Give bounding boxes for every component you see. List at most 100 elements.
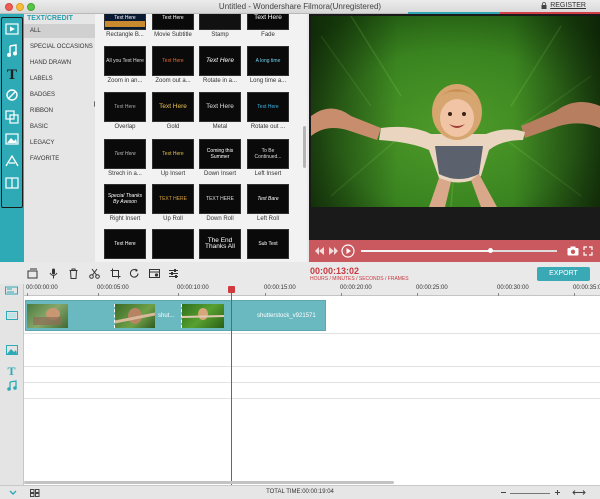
title-thumbnail[interactable]: TEXT HERE bbox=[199, 184, 241, 214]
thumbnail-label: Left Insert bbox=[254, 171, 282, 177]
title-thumbnail[interactable] bbox=[152, 229, 194, 259]
element-icon[interactable] bbox=[5, 132, 19, 146]
thumbnail-label: Up Roll bbox=[163, 216, 183, 222]
snapshot-camera-icon[interactable] bbox=[567, 246, 579, 256]
title-thumbnail[interactable] bbox=[199, 14, 241, 30]
zoom-slider[interactable] bbox=[510, 493, 550, 494]
preview-video bbox=[311, 16, 600, 207]
title-thumbnail[interactable]: Text Here bbox=[152, 139, 194, 169]
ruler-time-label: 00:00:25:00 bbox=[416, 285, 448, 291]
split-screen-icon[interactable] bbox=[5, 176, 19, 190]
title-thumbnail[interactable]: Text Here bbox=[247, 92, 289, 122]
title-thumbnail[interactable]: Text Here bbox=[104, 229, 146, 259]
zoom-in-icon[interactable] bbox=[554, 489, 561, 496]
title-thumbnail[interactable]: Text Here bbox=[104, 139, 146, 169]
thumbnail-label: Rotate out ... bbox=[250, 124, 286, 130]
timeline-ruler[interactable]: 00:00:00:00 00:00:05:00 00:00:10:00 00:00:1… bbox=[24, 284, 600, 296]
video-track[interactable]: shut... shutterstock_v921571 bbox=[24, 296, 600, 334]
title-thumbnail[interactable]: Sub Text bbox=[247, 229, 289, 259]
thumbnail-label: Gold bbox=[166, 124, 180, 130]
play-icon[interactable] bbox=[341, 244, 355, 258]
filter-icon[interactable] bbox=[5, 88, 19, 102]
title-thumbnail[interactable]: Text Here bbox=[199, 46, 241, 76]
thumbnail-label: Movie Subtitle bbox=[154, 32, 192, 38]
text-track[interactable] bbox=[24, 367, 600, 383]
title-thumbnail[interactable]: Text Here bbox=[104, 92, 146, 122]
clip-thumbnail-1[interactable] bbox=[27, 304, 68, 328]
category-header: TEXT/CREDIT bbox=[27, 15, 73, 22]
zoom-out-icon[interactable] bbox=[500, 489, 507, 496]
title-thumbnail[interactable]: TEXT HERE bbox=[152, 184, 194, 214]
thumbnail-label: Down Insert bbox=[203, 171, 236, 177]
title-thumbnail[interactable]: Text Here bbox=[199, 92, 241, 122]
title-thumbnail[interactable]: Text Here bbox=[152, 92, 194, 122]
thumbnail-preview-text: Text Here bbox=[162, 15, 184, 21]
crop-icon[interactable] bbox=[110, 268, 121, 279]
track-header-column: T bbox=[0, 284, 24, 485]
title-thumbnail[interactable]: The End Thanks All bbox=[199, 229, 241, 259]
transition-icon[interactable] bbox=[5, 154, 19, 168]
image-track-icon bbox=[6, 345, 18, 355]
thumbnail-preview-text: Text Here bbox=[162, 58, 184, 64]
preview-panel bbox=[309, 14, 600, 262]
timecode-display: 00:00:13:02 bbox=[310, 266, 360, 276]
rotate-icon[interactable] bbox=[129, 268, 140, 279]
music-track[interactable] bbox=[24, 383, 600, 399]
category-item-badges[interactable]: BADGES bbox=[24, 88, 95, 102]
split-scissors-icon[interactable] bbox=[89, 268, 100, 279]
preview-seek-knob[interactable] bbox=[488, 248, 493, 253]
title-thumbnail[interactable]: Text Here bbox=[152, 46, 194, 76]
title-thumbnail[interactable]: Text Here bbox=[104, 14, 146, 30]
thumbnail-label: Rectangle B... bbox=[106, 32, 144, 38]
export-button[interactable]: EXPORT bbox=[537, 267, 590, 281]
playhead-handle[interactable] bbox=[228, 286, 235, 293]
grid-scrollbar[interactable] bbox=[303, 126, 306, 168]
add-media-icon[interactable] bbox=[27, 268, 38, 279]
title-thumbnail[interactable]: Coming this Summer bbox=[199, 139, 241, 169]
playback-controls bbox=[309, 240, 600, 262]
music-icon[interactable] bbox=[5, 44, 19, 58]
title-thumbnail[interactable]: Text Bare bbox=[247, 184, 289, 214]
category-item-ribbon[interactable]: RIBBON bbox=[24, 104, 95, 118]
category-item-legacy[interactable]: LEGACY bbox=[24, 136, 95, 150]
category-item-all[interactable]: ALL bbox=[24, 24, 95, 38]
delete-icon[interactable] bbox=[68, 268, 79, 279]
title-thumbnail[interactable]: Special Thanks By Aveson bbox=[104, 184, 146, 214]
category-item-hand-drawn[interactable]: HAND DRAWN bbox=[24, 56, 95, 70]
previous-frame-icon[interactable] bbox=[315, 246, 325, 256]
clip-3-label: shutterstock_v921571 bbox=[257, 313, 316, 319]
title-thumbnail[interactable]: All you Text Here bbox=[104, 46, 146, 76]
playhead-line[interactable] bbox=[231, 288, 232, 485]
timeline-horizontal-scrollbar[interactable] bbox=[24, 481, 394, 484]
category-item-labels[interactable]: LABELS bbox=[24, 72, 95, 86]
pip-track[interactable] bbox=[24, 334, 600, 367]
clip-thumbnail-2[interactable] bbox=[115, 304, 155, 328]
thumbnail-label: Fade bbox=[261, 32, 275, 38]
title-thumbnail[interactable]: Text Here bbox=[247, 14, 289, 30]
category-item-basic[interactable]: BASIC bbox=[24, 120, 95, 134]
category-item-special-occasions[interactable]: SPECIAL OCCASIONS bbox=[24, 40, 95, 54]
adjust-sliders-icon[interactable] bbox=[168, 268, 179, 279]
category-item-favorite[interactable]: FAVORITE bbox=[24, 152, 95, 166]
ruler-time-label: 00:00:10:00 bbox=[177, 285, 209, 291]
title-thumbnail[interactable]: To Be Continued... bbox=[247, 139, 289, 169]
title-thumbnail[interactable]: Text Here bbox=[152, 14, 194, 30]
edit-toolbar bbox=[0, 262, 600, 285]
scene-detection-icon[interactable] bbox=[149, 268, 160, 279]
clip-thumbnail-3[interactable] bbox=[182, 304, 224, 328]
video-clip-strip[interactable]: shut... shutterstock_v921571 bbox=[25, 300, 326, 331]
title-thumbnail[interactable]: A long time bbox=[247, 46, 289, 76]
overlay-icon[interactable] bbox=[5, 110, 19, 124]
track-manager-icon[interactable] bbox=[5, 286, 18, 295]
thumbnail-label: Left Roll bbox=[256, 216, 279, 222]
media-icon[interactable] bbox=[5, 22, 19, 36]
next-frame-icon[interactable] bbox=[328, 246, 338, 256]
fullscreen-icon[interactable] bbox=[583, 246, 593, 256]
text-icon[interactable]: T bbox=[5, 66, 19, 80]
svg-text:T: T bbox=[7, 67, 17, 80]
thumbnail-preview-text: Sub Text bbox=[258, 241, 278, 247]
register-link[interactable]: REGISTER bbox=[541, 2, 586, 9]
record-voiceover-icon[interactable] bbox=[48, 268, 59, 279]
fit-timeline-icon[interactable] bbox=[572, 489, 586, 496]
media-type-sidebar: T bbox=[0, 14, 24, 262]
